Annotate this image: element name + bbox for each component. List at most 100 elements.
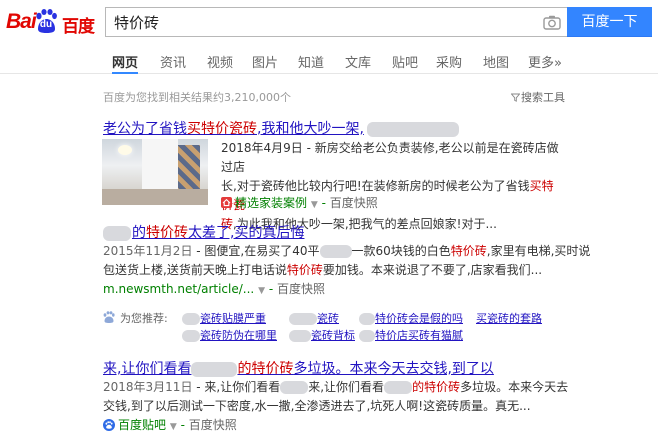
recommend-link[interactable]: 特价砖会是假的吗 [359, 310, 463, 326]
house-icon [221, 197, 232, 208]
result-title-text: 太差了,买的真后悔 [188, 225, 305, 241]
result-title-highlight: 的特价砖 [237, 361, 294, 377]
tab-map[interactable]: 地图 [483, 52, 509, 74]
blurred-text [289, 330, 311, 342]
recommend-box: 为您推荐: 瓷砖贴膜严重 瓷砖 特价砖会是假的吗 买瓷砖的套路 瓷砖防伪在哪里 … [103, 308, 561, 343]
snapshot-link[interactable]: 百度快照 [330, 196, 378, 210]
blurred-text [191, 361, 238, 377]
tab-images[interactable]: 图片 [252, 52, 278, 74]
result-thumbnail[interactable] [102, 139, 208, 205]
tab-news[interactable]: 资讯 [160, 52, 186, 74]
logo-text-du: du [39, 19, 53, 30]
header: Bai du 百度 特价砖 百度一下 [0, 0, 658, 44]
result-source-3[interactable]: 百度贴吧 ▼ - 百度快照 [103, 416, 237, 433]
thumbnail-tile [178, 145, 200, 195]
blurred-text [182, 313, 200, 325]
paw-small-icon [103, 311, 115, 323]
abstract-text: 多垃圾。本来今天去 [460, 380, 569, 394]
result-abstract-3: 2018年3月11日 - 来,让你们看看 来,让你们看看 的特价砖多垃圾。本来今天去… [103, 378, 568, 416]
result-title-2[interactable]: 的特价砖太差了,买的真后悔 [103, 222, 304, 242]
result-title-1[interactable]: 老公为了省钱买特价瓷砖,我和他大吵一架, [103, 118, 459, 138]
tab-zhidao[interactable]: 知道 [298, 52, 324, 74]
blurred-text [359, 330, 375, 342]
search-box[interactable]: 特价砖 [105, 7, 567, 37]
blurred-text [289, 313, 317, 325]
result-title-highlight: 买特价瓷砖 [187, 121, 257, 137]
recommend-label: 为您推荐: [120, 312, 168, 325]
tab-purchase[interactable]: 采购 [436, 52, 462, 74]
source-label: 百度贴吧 [118, 418, 167, 432]
recommend-link-text: 特价店买砖有猫腻 [375, 329, 463, 342]
result-source-2[interactable]: m.newsmth.net/article/... ▼ - 百度快照 [103, 280, 325, 297]
abstract-line: 2018年4月9日 - 新房交给老公负责装修,老公以前是在瓷砖店做过店 [221, 141, 559, 174]
blurred-text [359, 313, 375, 325]
dropdown-arrow-icon[interactable]: ▼ [170, 422, 177, 432]
abstract-text: 长,对于瓷砖他比较内行吧!在装修新房的时候老公为了省钱 [221, 179, 530, 193]
abstract-line: 2015年11月2日 - 图便宜,在易买了40平 一款60块钱的白色特价砖,家里有… [103, 242, 590, 261]
abstract-line: 2018年3月11日 - 来,让你们看看 来,让你们看看 的特价砖多垃圾。本来今天去 [103, 378, 568, 397]
search-button[interactable]: 百度一下 [567, 7, 652, 37]
result-count: 百度为您找到相关结果约3,210,000个 [103, 91, 291, 104]
recommend-link[interactable]: 特价店买砖有猫腻 [359, 327, 463, 343]
abstract-date: 2018年3月11日 [103, 380, 193, 394]
abstract-text: ,家里有电梯,买时说 [486, 244, 591, 258]
search-tools-label: 搜索工具 [521, 91, 565, 104]
result-abstract-1: 2018年4月9日 - 新房交给老公负责装修,老公以前是在瓷砖店做过店 长,对于… [221, 139, 561, 234]
tab-wenku[interactable]: 文库 [345, 52, 371, 74]
recommend-link[interactable]: 瓷砖贴膜严重 [182, 310, 266, 326]
abstract-text: 包送货上楼,送货前天晚上打电话说 [103, 263, 287, 277]
result-abstract-2: 2015年11月2日 - 图便宜,在易买了40平 一款60块钱的白色特价砖,家里有… [103, 242, 590, 280]
abstract-text: - 图便宜,在易买了40平 [192, 244, 320, 258]
source-label: 精选家装案例 [235, 196, 308, 210]
abstract-line: 包送货上楼,送货前天晚上打电话说特价砖要加钱。本来说退了不要了,店家看我们... [103, 261, 563, 280]
abstract-text: - 来,让你们看看 [192, 380, 281, 394]
result-title-text: 老公为了省钱 [103, 121, 187, 137]
logo-text-cn: 百度 [62, 17, 95, 37]
tab-web[interactable]: 网页 [112, 52, 139, 74]
snapshot-link[interactable]: 百度快照 [277, 282, 325, 296]
recommend-link[interactable]: 瓷砖 [289, 310, 339, 326]
blurred-text [384, 381, 413, 394]
recommend-link-text: 瓷砖贴膜严重 [200, 312, 266, 325]
filter-icon [510, 93, 521, 102]
snapshot-link[interactable]: 百度快照 [189, 418, 237, 432]
abstract-text: 来,让你们看看 [308, 380, 385, 394]
abstract-text: 要加钱。本来说退了不要了,店家看我们... [322, 263, 543, 277]
search-input[interactable]: 特价砖 [114, 13, 159, 33]
blurred-text [319, 245, 352, 258]
result-title-text: 来,让你们看看 [103, 361, 192, 377]
dropdown-arrow-icon[interactable]: ▼ [258, 286, 265, 296]
abstract-highlight: 的特价砖 [412, 380, 461, 394]
result-title-text: ,我和他大吵一架, [257, 121, 364, 137]
tab-tieba[interactable]: 贴吧 [392, 52, 418, 74]
tab-video[interactable]: 视频 [207, 52, 233, 74]
result-title-3[interactable]: 来,让你们看看 的特价砖多垃圾。本来今天去交钱,到了以 [103, 358, 494, 378]
recommend-link-text: 瓷砖背标 [311, 329, 355, 342]
tieba-paw-icon [103, 419, 115, 431]
recommend-link[interactable]: 瓷砖背标 [289, 327, 355, 343]
blurred-text [366, 121, 459, 137]
result-title-highlight: 特价砖 [146, 225, 188, 241]
recommend-link[interactable]: 买瓷砖的套路 [476, 310, 542, 326]
thumbnail-light [118, 145, 132, 155]
result-title-text: 多垃圾。本来今天去交钱,到了以 [293, 361, 494, 377]
abstract-date: 2015年11月2日 [103, 244, 193, 258]
blurred-text [280, 381, 309, 394]
thumbnail-floor [102, 189, 208, 205]
camera-icon[interactable] [543, 15, 561, 30]
dropdown-arrow-icon[interactable]: ▼ [311, 200, 318, 210]
blurred-text [103, 225, 131, 241]
recommend-link-text: 瓷砖防伪在哪里 [200, 329, 277, 342]
recommend-link[interactable]: 瓷砖防伪在哪里 [182, 327, 277, 343]
abstract-highlight: 特价砖 [286, 263, 323, 277]
result-title-text: 的 [132, 225, 146, 241]
recommend-link-text: 瓷砖 [317, 312, 339, 325]
recommend-link-text: 特价砖会是假的吗 [375, 312, 463, 325]
search-tools-button[interactable]: 搜索工具 [510, 89, 565, 105]
abstract-highlight: 特价砖 [450, 244, 487, 258]
logo-text-bai: Bai [6, 10, 37, 33]
tab-more[interactable]: 更多» [528, 52, 562, 74]
result-source-1[interactable]: 精选家装案例 ▼ - 百度快照 [221, 194, 378, 211]
baidu-logo[interactable]: Bai du 百度 [6, 9, 95, 37]
abstract-line: 交钱,到了以后测试一下密度,水一撒,全渗透进去了,坑死人啊!这瓷砖质量。真无..… [103, 399, 531, 413]
